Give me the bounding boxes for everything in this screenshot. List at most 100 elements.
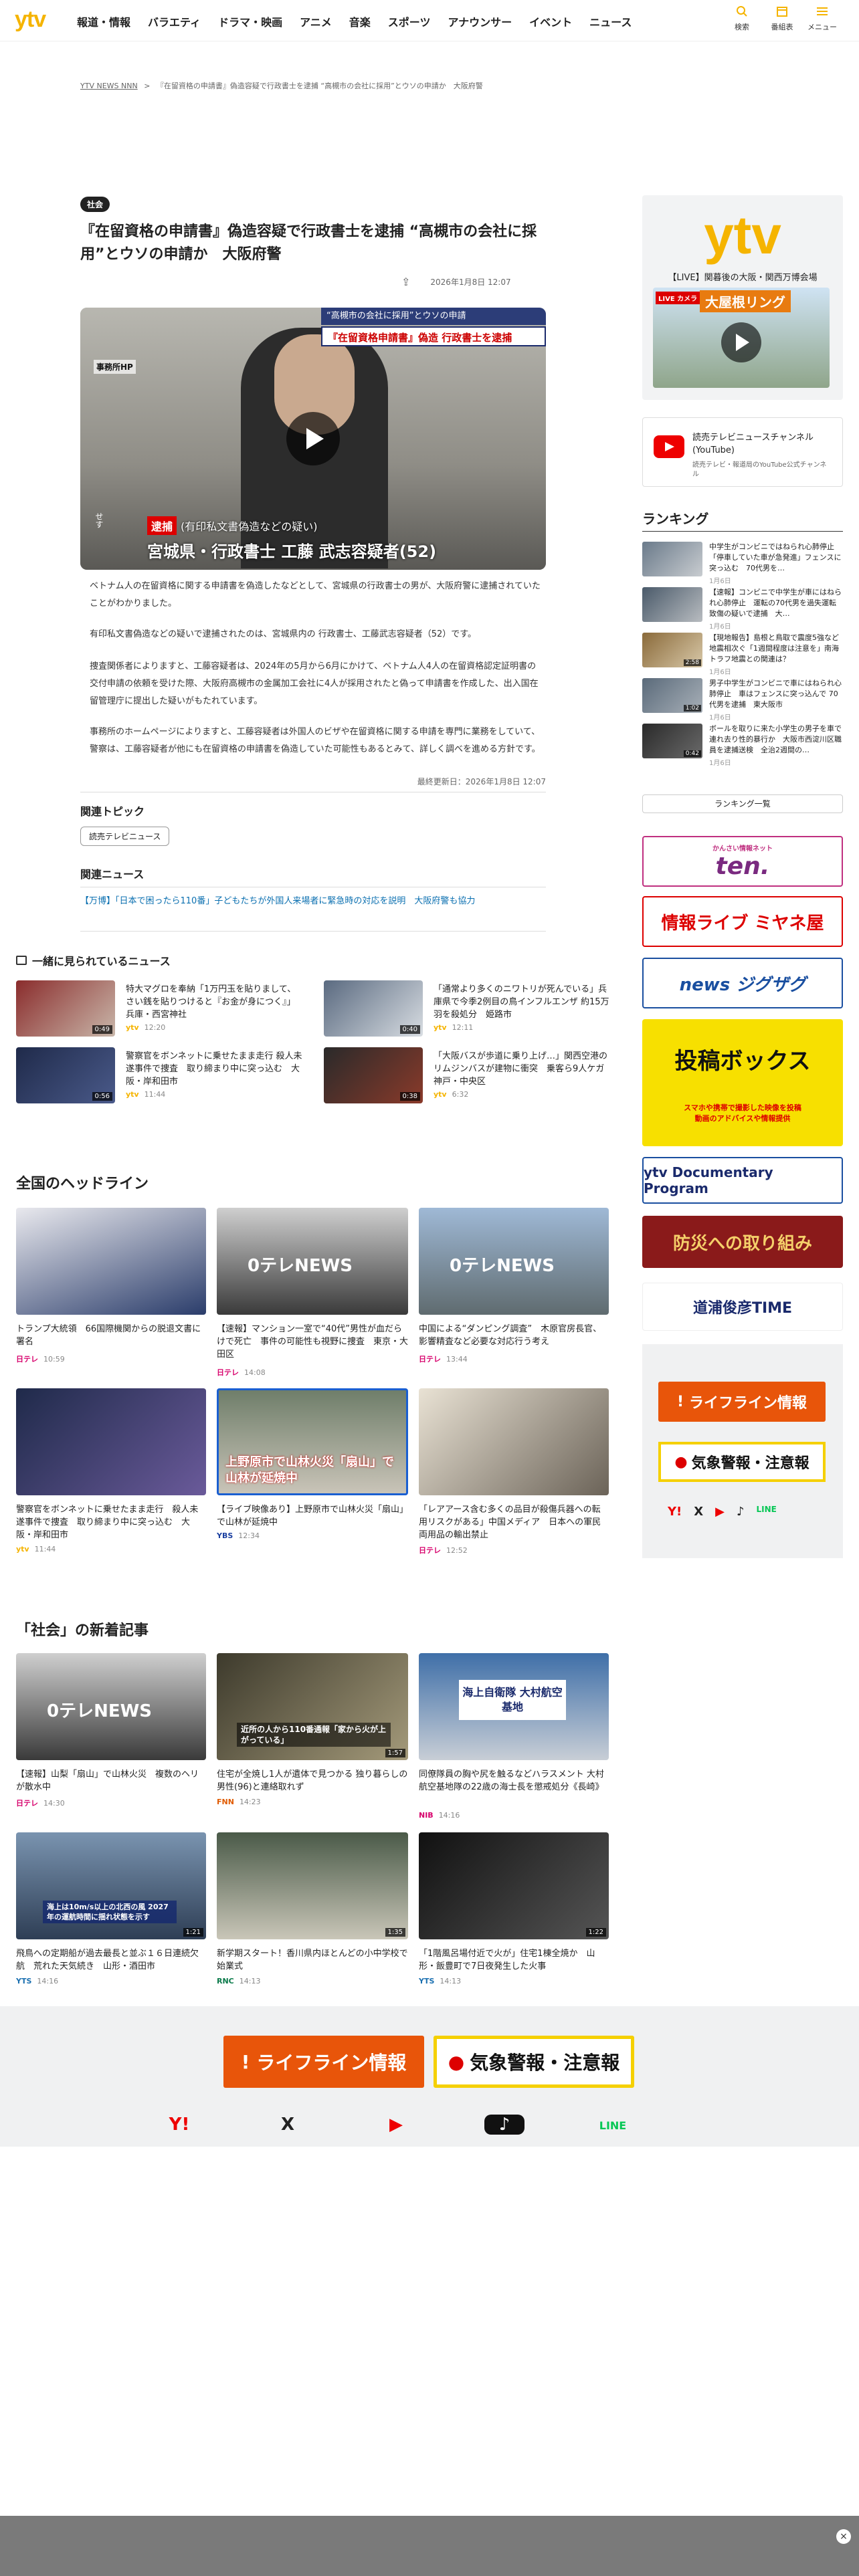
news-title[interactable]: 住宅が全焼し1人が遺体で見つかる 独り暮らしの男性(96)と連絡取れず [217,1768,408,1794]
news-title[interactable]: 同僚隊員の胸や尻を触るなどハラスメント 大村航空基地隊の22歳の海士長を懲戒処分… [419,1768,609,1794]
schedule-button[interactable]: 番組表 [767,4,797,32]
youtube-icon[interactable]: ▶ [376,2115,416,2135]
youtube-icon[interactable]: ▶ [715,1505,725,1519]
banner-miyaneya[interactable]: 情報ライブ ミヤネ屋 [642,896,843,947]
nav-variety[interactable]: バラエティ [139,13,209,29]
news-thumb[interactable]: 海上は10m/s以上の北西の風 2027年の運航時間に揺れ状態を示す 1:21 [16,1832,206,1939]
video-person-caption: 宮城県・行政書士 工藤 武志容疑者(52) [147,542,437,561]
ranking-item[interactable]: 1:02 男子中学生がコンビニで車にはねられ心肺停止 車はフェンスに突っ込んで … [642,678,843,722]
news-title[interactable]: 「大阪バスが歩道に乗り上げ…」関西空港のリムジンバスが建物に衝突 乗客ら9人ケガ… [434,1050,613,1088]
nav-event[interactable]: イベント [520,13,581,29]
news-thumb[interactable]: 0:49 [16,980,115,1037]
footer-lifeline-button[interactable]: ! ライフライン情報 [223,2036,424,2088]
ranking-item[interactable]: 【速報】コンビニで中学生が車にはねられ心肺停止 運転の70代男を過失運転致傷の疑… [642,587,843,631]
arrest-label: 逮捕 [147,516,177,535]
news-title[interactable]: 新学期スタート！香川県内ほとんどの小中学校で始業式 [217,1947,408,1973]
search-button[interactable]: 検索 [727,4,757,32]
news-title[interactable]: 中国による“ダンピング調査” 木原官房長官、影響精査など必要な対応行う考え [419,1323,609,1348]
menu-button[interactable]: メニュー [807,4,838,32]
tiktok-icon[interactable]: ♪ [737,1505,745,1519]
banner-zigzag[interactable]: news ジグザグ [642,958,843,1008]
news-thumb[interactable]: 0テレNEWS [217,1208,408,1315]
banner-bosai[interactable]: 防災への取り組み [642,1216,843,1268]
nav-drama[interactable]: ドラマ・映画 [209,13,291,29]
ranking-list-button[interactable]: ランキング一覧 [642,794,843,813]
news-thumb[interactable] [419,1388,609,1495]
ranking-item[interactable]: 2:58 【現地報告】島根と鳥取で震度5強など地震相次ぐ「1週間程度は注意を」南… [642,633,843,676]
nav-announcer[interactable]: アナウンサー [439,13,520,29]
youtube-channel-card[interactable]: 読売テレビニュースチャンネル(YouTube) 読売テレビ・報道局のYouTub… [642,417,843,487]
ranking-item[interactable]: 中学生がコンビニではねられ心肺停止「停車していた車が急発進」フェンスに突っ込む … [642,542,843,585]
line-icon[interactable]: LINE [756,1505,776,1519]
news-title[interactable]: 【速報】山梨「扇山」で山林火災 複数のヘリが散水中 [16,1768,206,1794]
yahoo-icon[interactable]: Y! [668,1505,682,1519]
banner-toko-box[interactable]: 投稿ボックス スマホや携帯で撮影した映像を投稿 動画のアドバイスや情報提供 [642,1019,843,1146]
article-paragraph: 事務所のホームページによりますと、工藤容疑者は外国人のビザや在留資格に関する申請… [90,727,541,754]
line-icon[interactable]: LINE [593,2115,633,2137]
news-thumb[interactable]: 0:38 [324,1047,423,1103]
news-title[interactable]: 特大マグロを奉納「1万円玉を貼りまして、さい銭を貼りつけると『お金が身につく』」… [126,983,302,1021]
news-title[interactable]: 【ライブ映像あり】上野原市で山林火災「扇山」で山林が延焼中 [217,1503,408,1529]
video-player[interactable]: “高槻市の会社に採用”とウソの申請 『在留資格申請書』偽造 行政書士を逮捕 事務… [80,308,546,570]
breadcrumb: YTV NEWS NNN > 『在留資格の申請書』偽造容疑で行政書士を逮捕 “高… [80,82,483,90]
warning-icon: ! [676,1393,684,1410]
nav-music[interactable]: 音楽 [341,13,379,29]
news-title[interactable]: 「通常より多くのニワトリが死んでいる」兵庫県で今季2例目の鳥インフルエンザ 約1… [434,983,610,1021]
news-title[interactable]: 「1階風呂場付近で火が」住宅1棟全焼か 山形・飯豊町で7日夜発生した火事 [419,1947,609,1973]
article-paragraph: 有印私文書偽造などの疑いで逮捕されたのは、宮城県内の 行政書士、工藤武志容疑者（… [90,629,476,639]
calendar-icon [767,4,797,21]
news-thumb[interactable]: 上野原市で山林火災「扇山」で山林が延焼中 [217,1388,408,1495]
ranking-item[interactable]: 0:42 ボールを取りに来た小学生の男子を車で連れ去り性的暴行か 大阪市西淀川区… [642,724,843,767]
live-camera-card[interactable]: ytv 【LIVE】関暮後の大阪・関西万博会場 LIVE カメラ 大屋根リング [642,195,843,400]
close-icon[interactable]: × [836,2529,851,2544]
news-thumb[interactable]: 0テレNEWS [419,1208,609,1315]
news-title[interactable]: 警察官をボンネットに乗せたまま走行 殺人未遂事件で捜査 取り締まり中に突っ込む … [16,1503,206,1541]
footer-weather-button[interactable]: ● 気象警報・注意報 [434,2036,634,2088]
topic-chip[interactable]: 読売テレビニュース [80,827,170,846]
related-news-link[interactable]: 【万博】「日本で困ったら110番」子どもたちが外国人来場者に緊急時の対応を説明 … [80,893,546,909]
news-thumb[interactable] [16,1208,206,1315]
nav-news-info[interactable]: 報道・情報 [68,13,139,29]
news-thumb[interactable]: 0:56 [16,1047,115,1103]
news-thumb[interactable]: 0テレNEWS [16,1653,206,1760]
site-logo[interactable]: ytv [15,7,46,33]
tiktok-icon[interactable]: ♪ [484,2115,524,2135]
banner-ten[interactable]: かんさい情報ネット ten. [642,836,843,887]
x-icon[interactable]: X [694,1505,703,1519]
nav-news[interactable]: ニュース [581,13,640,29]
news-thumb[interactable]: 0:40 [324,980,423,1037]
news-thumb[interactable]: 近所の人から110番通報「家から火が上がっている」 1:57 [217,1653,408,1760]
related-topics-heading: 関連トピック [80,805,145,818]
news-thumb[interactable]: 海上自衛隊 大村航空基地 [419,1653,609,1760]
news-thumb[interactable]: 1:22 [419,1832,609,1939]
play-button[interactable] [286,412,340,465]
x-icon[interactable]: X [268,2115,308,2135]
nav-anime[interactable]: アニメ [291,13,341,29]
alarm-icon: ● [674,1453,688,1471]
news-title[interactable]: トランプ大統領 66国際機関からの脱退文書に署名 [16,1323,206,1348]
also-viewed-heading: 一緒に見られているニュース [32,955,171,968]
share-icon[interactable]: ⇪ [401,276,410,288]
category-badge[interactable]: 社会 [80,197,110,212]
nav-sports[interactable]: スポーツ [379,13,440,29]
news-title[interactable]: 【速報】マンション一室で“40代”男性が血だらけで死亡 事件の可能性も視野に捜査… [217,1323,408,1361]
news-thumb[interactable] [16,1388,206,1495]
menu-icon [807,4,838,21]
news-title[interactable]: 「レアアース含む多くの品目が殺傷兵器への転用リスクがある」中国メディア 日本への… [419,1503,609,1541]
banner-documentary[interactable]: ytv Documentary Program [642,1157,843,1204]
sidebar-info-card: ! ライフライン情報 ● 気象警報・注意報 Y! X ▶ ♪ LINE [642,1344,843,1558]
breadcrumb-home[interactable]: YTV NEWS NNN [80,82,138,90]
article-paragraph: ベトナム人の在留資格に関する申請書を偽造したなどとして、宮城県の行政書士の男が、… [90,581,541,609]
news-title[interactable]: 警察官をボンネットに乗せたまま走行 殺人未遂事件で捜査 取り締まり中に突っ込む … [126,1050,302,1088]
news-thumb[interactable]: 1:35 [217,1832,408,1939]
news-title[interactable]: 飛鳥への定期船が過去最長と並ぶ１６日連続欠航 荒れた天気続き 山形・酒田市 [16,1947,206,1973]
search-icon [727,4,757,21]
video-top-caption: “高槻市の会社に採用”とウソの申請 [321,308,546,325]
play-button[interactable] [721,322,761,362]
article-meta: ⇪ 2026年1月8日 12:07 [401,276,511,288]
banner-michiura[interactable]: 道浦俊彦TIME [642,1283,843,1331]
lifeline-button[interactable]: ! ライフライン情報 [658,1382,826,1422]
national-headlines-heading: 全国のヘッドライン [16,1176,149,1192]
weather-warning-button[interactable]: ● 気象警報・注意報 [658,1442,826,1482]
yahoo-icon[interactable]: Y! [159,2115,199,2135]
